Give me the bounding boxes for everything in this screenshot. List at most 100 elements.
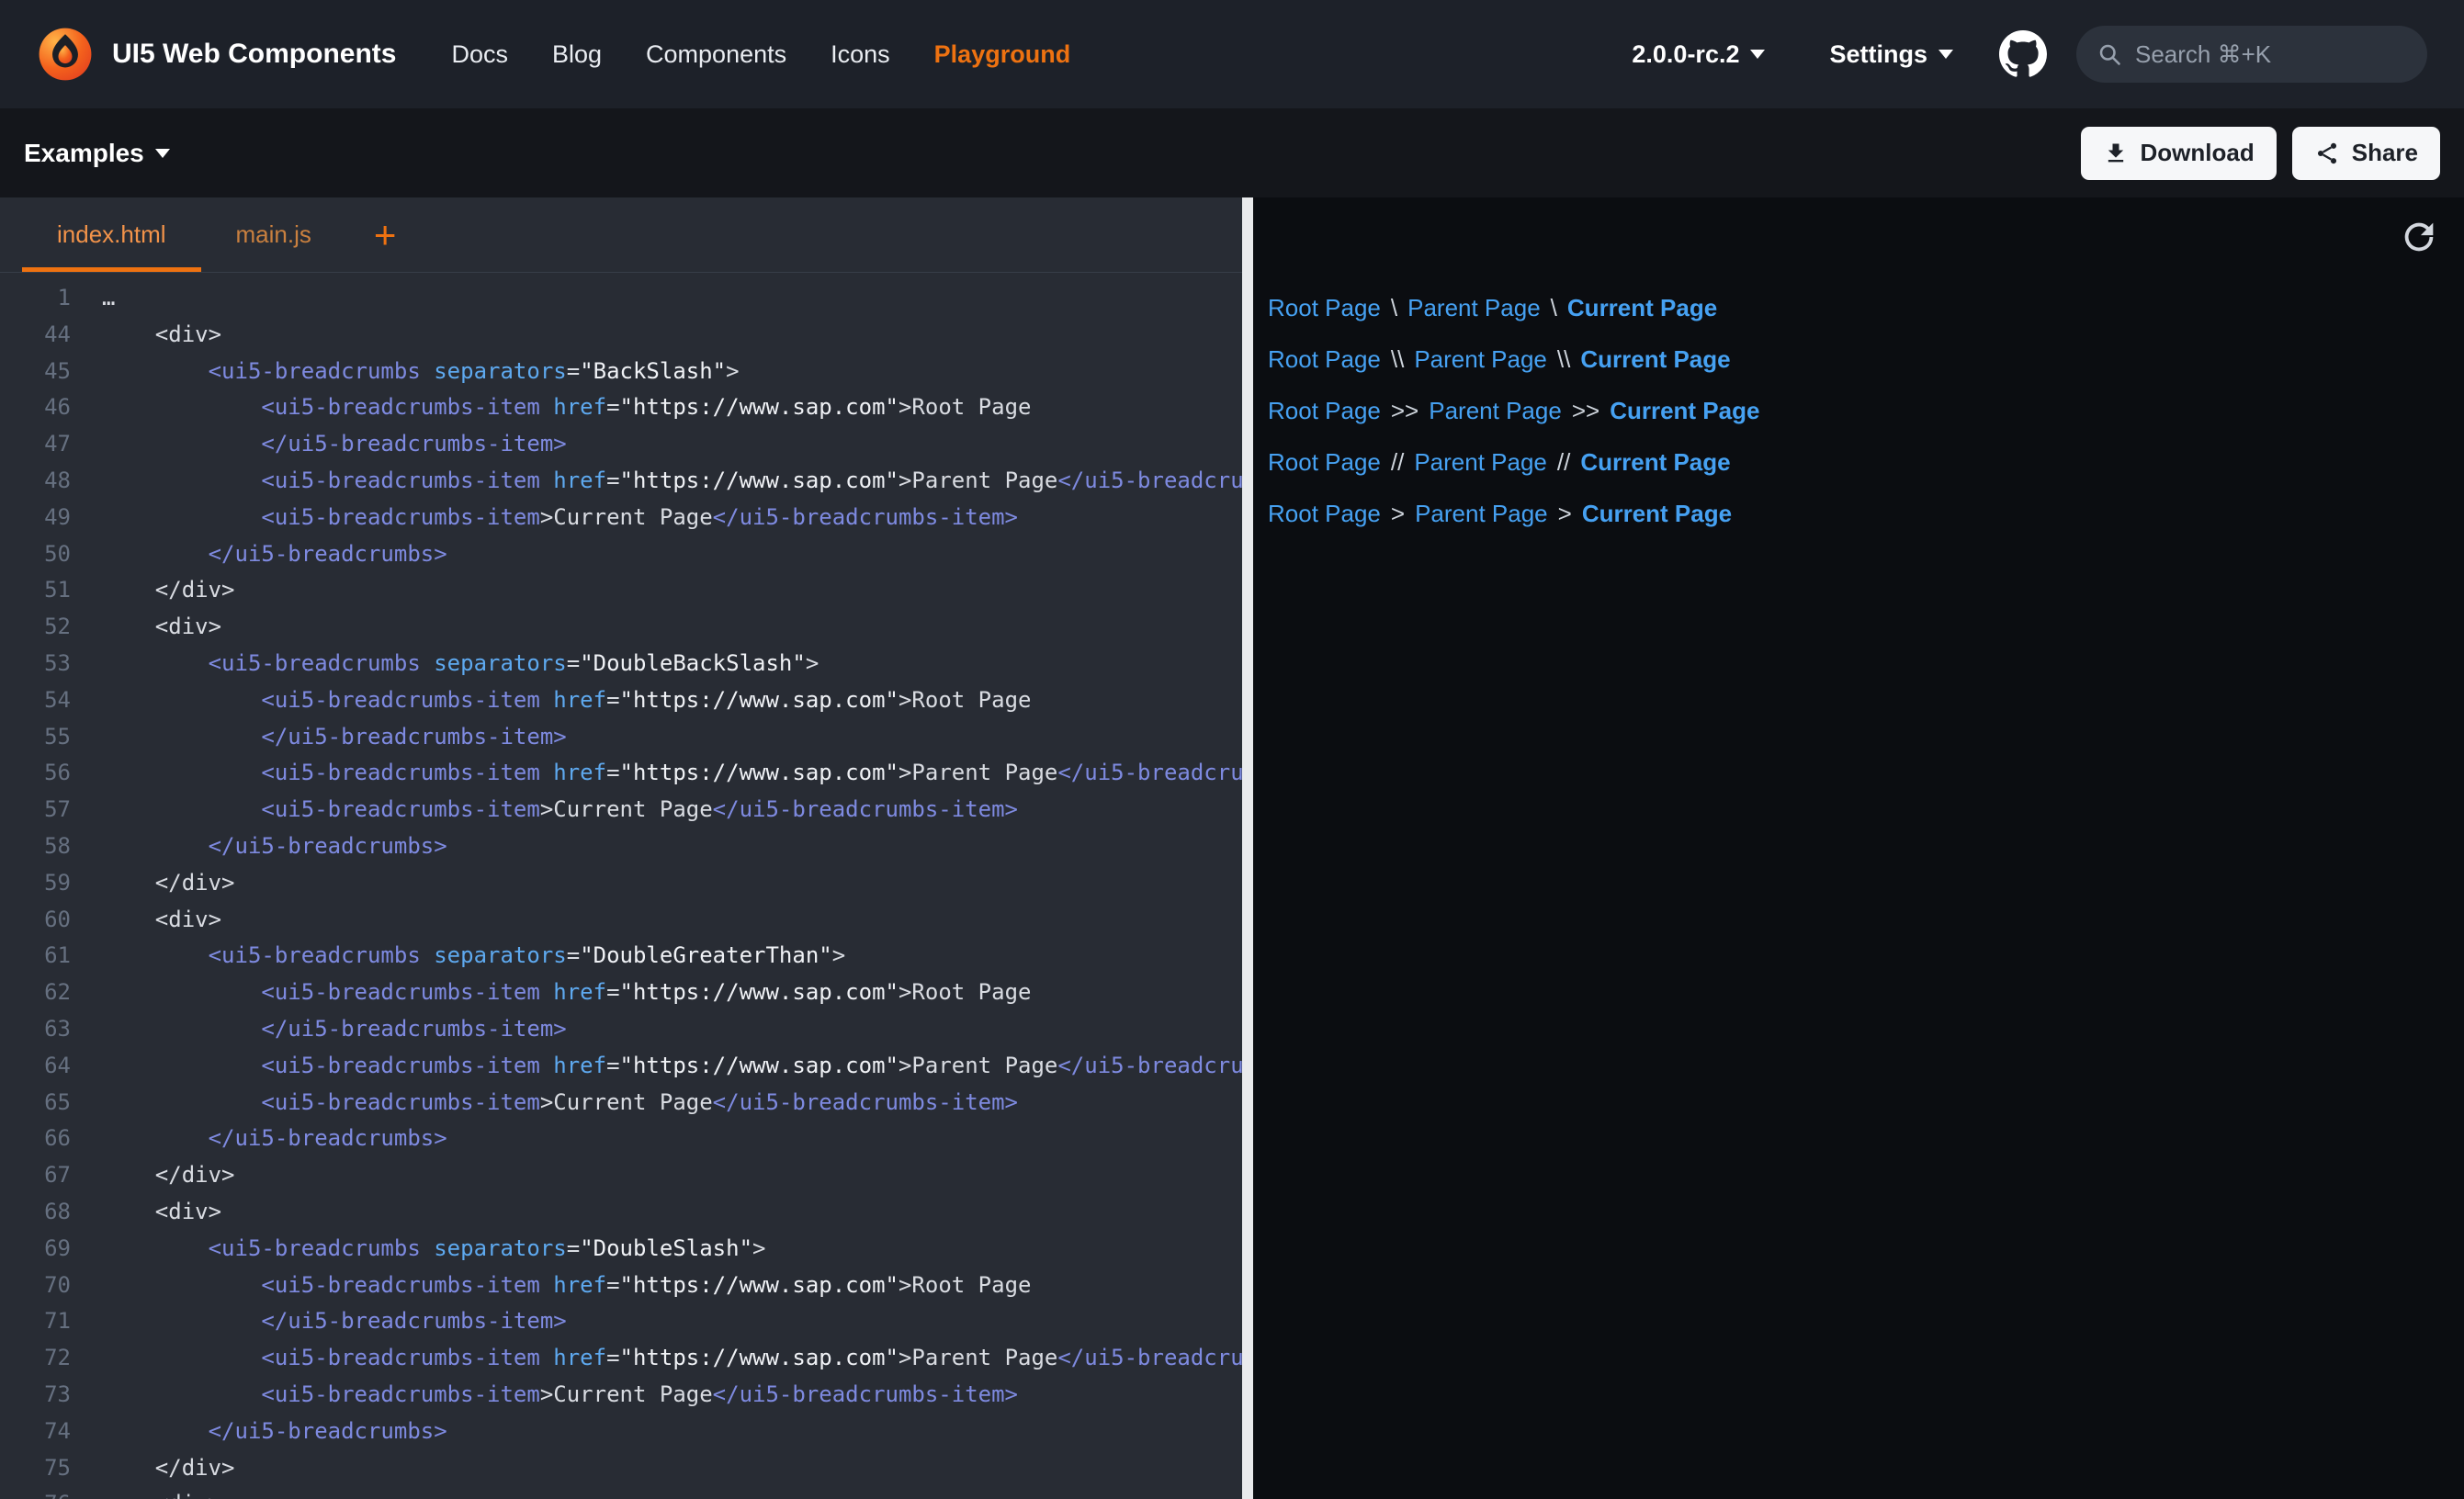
code-line: 67 </div> [0, 1157, 1242, 1194]
code-line: 55 </ui5-breadcrumbs-item> [0, 719, 1242, 756]
code-line: 53 <ui5-breadcrumbs separators="DoubleBa… [0, 646, 1242, 682]
code-line: 61 <ui5-breadcrumbs separators="DoubleGr… [0, 938, 1242, 975]
breadcrumbs-row: Root Page>>Parent Page>>Current Page [1268, 385, 2464, 436]
nav-item-blog[interactable]: Blog [552, 40, 602, 69]
line-content: </div> [102, 865, 235, 902]
line-number: 64 [0, 1048, 71, 1085]
navbar-left: UI5 Web Components Docs Blog Components Ico… [37, 26, 1070, 83]
breadcrumb-link[interactable]: Root Page [1268, 397, 1381, 424]
code-line: 64 <ui5-breadcrumbs-item href="https://w… [0, 1048, 1242, 1085]
line-number: 54 [0, 682, 71, 719]
version-dropdown[interactable]: 2.0.0-rc.2 [1632, 40, 1765, 69]
breadcrumb-link[interactable]: Parent Page [1407, 294, 1541, 321]
panel-splitter[interactable] [1242, 197, 1253, 1499]
code-area[interactable]: 1…44 <div>45 <ui5-breadcrumbs separators… [0, 273, 1242, 1499]
code-line: 44 <div> [0, 317, 1242, 354]
examples-label: Examples [24, 139, 144, 168]
line-content: <div> [102, 1486, 221, 1499]
line-content: <ui5-breadcrumbs separators="BackSlash"> [102, 354, 740, 390]
line-number: 1 [0, 280, 71, 317]
tab-main.js[interactable]: main.js [201, 197, 346, 272]
settings-dropdown[interactable]: Settings [1829, 40, 1953, 69]
search-input[interactable] [2135, 40, 2407, 69]
breadcrumb-link[interactable]: Parent Page [1414, 448, 1547, 476]
breadcrumb-current: Current Page [1610, 397, 1759, 424]
line-content: <div> [102, 1194, 221, 1231]
code-line: 60 <div> [0, 902, 1242, 939]
breadcrumb-link[interactable]: Root Page [1268, 294, 1381, 321]
examples-toolbar: Examples Download Share [0, 108, 2464, 197]
line-content: <ui5-breadcrumbs-item>Current Page</ui5-… [102, 1377, 1018, 1414]
ui5-logo-icon[interactable] [37, 26, 94, 83]
search-icon [2097, 41, 2122, 67]
line-number: 45 [0, 354, 71, 390]
code-line: 73 <ui5-breadcrumbs-item>Current Page</u… [0, 1377, 1242, 1414]
code-line: 65 <ui5-breadcrumbs-item>Current Page</u… [0, 1085, 1242, 1121]
nav-item-components[interactable]: Components [646, 40, 786, 69]
code-line: 46 <ui5-breadcrumbs-item href="https://w… [0, 389, 1242, 426]
line-content: <ui5-breadcrumbs-item>Current Page</ui5-… [102, 1085, 1018, 1121]
navbar-right: 2.0.0-rc.2 Settings [1632, 26, 2427, 83]
settings-label: Settings [1829, 40, 1927, 69]
brand-title[interactable]: UI5 Web Components [112, 39, 396, 70]
line-number: 44 [0, 317, 71, 354]
code-line: 66 </ui5-breadcrumbs> [0, 1121, 1242, 1157]
line-number: 49 [0, 500, 71, 536]
toolbar-actions: Download Share [2081, 127, 2440, 180]
nav-item-icons[interactable]: Icons [831, 40, 890, 69]
chevron-down-icon [155, 149, 170, 158]
code-line: 68 <div> [0, 1194, 1242, 1231]
code-line: 74 </ui5-breadcrumbs> [0, 1414, 1242, 1450]
line-content: </ui5-breadcrumbs-item> [102, 1303, 567, 1340]
breadcrumb-link[interactable]: Root Page [1268, 500, 1381, 527]
code-line: 52 <div> [0, 609, 1242, 646]
line-number: 75 [0, 1450, 71, 1487]
code-line: 54 <ui5-breadcrumbs-item href="https://w… [0, 682, 1242, 719]
playground-page: UI5 Web Components Docs Blog Components Ico… [0, 0, 2464, 1499]
breadcrumb-link[interactable]: Root Page [1268, 448, 1381, 476]
code-line: 59 </div> [0, 865, 1242, 902]
code-line: 49 <ui5-breadcrumbs-item>Current Page</u… [0, 500, 1242, 536]
line-number: 66 [0, 1121, 71, 1157]
nav-item-playground[interactable]: Playground [934, 40, 1071, 69]
line-number: 72 [0, 1340, 71, 1377]
tab-index.html[interactable]: index.html [22, 197, 201, 272]
line-content: </ui5-breadcrumbs-item> [102, 426, 567, 463]
share-button[interactable]: Share [2292, 127, 2440, 180]
editor-tabbar: index.htmlmain.js + [0, 197, 1242, 273]
breadcrumb-link[interactable]: Parent Page [1429, 397, 1562, 424]
add-file-button[interactable]: + [374, 216, 397, 254]
github-icon[interactable] [1999, 30, 2047, 78]
breadcrumb-link[interactable]: Parent Page [1414, 345, 1547, 373]
code-line: 47 </ui5-breadcrumbs-item> [0, 426, 1242, 463]
line-content: <ui5-breadcrumbs-item href="https://www.… [102, 1268, 1031, 1304]
line-number: 56 [0, 755, 71, 792]
line-content: </ui5-breadcrumbs> [102, 536, 447, 573]
examples-dropdown[interactable]: Examples [24, 139, 170, 168]
breadcrumbs-preview: Root Page\Parent Page\Current PageRoot P… [1253, 197, 2464, 539]
line-number: 65 [0, 1085, 71, 1121]
download-button[interactable]: Download [2081, 127, 2277, 180]
line-content: <ui5-breadcrumbs-item href="https://www.… [102, 755, 1242, 792]
line-content: <ui5-breadcrumbs-item href="https://www.… [102, 463, 1242, 500]
nav-item-docs[interactable]: Docs [451, 40, 508, 69]
line-content: </ui5-breadcrumbs-item> [102, 1011, 567, 1048]
line-content: </ui5-breadcrumbs> [102, 1121, 447, 1157]
line-number: 46 [0, 389, 71, 426]
breadcrumb-link[interactable]: Root Page [1268, 345, 1381, 373]
line-content: <ui5-breadcrumbs-item>Current Page</ui5-… [102, 792, 1018, 828]
breadcrumb-link[interactable]: Parent Page [1415, 500, 1548, 527]
line-content: <div> [102, 609, 221, 646]
share-label: Share [2352, 139, 2418, 167]
refresh-icon[interactable] [2398, 216, 2440, 258]
main-nav: Docs Blog Components Icons Playground [451, 40, 1070, 69]
line-content: <ui5-breadcrumbs-item>Current Page</ui5-… [102, 500, 1018, 536]
breadcrumb-current: Current Page [1567, 294, 1717, 321]
code-line: 50 </ui5-breadcrumbs> [0, 536, 1242, 573]
code-line: 70 <ui5-breadcrumbs-item href="https://w… [0, 1268, 1242, 1304]
code-line: 72 <ui5-breadcrumbs-item href="https://w… [0, 1340, 1242, 1377]
line-number: 58 [0, 828, 71, 865]
share-icon [2314, 141, 2340, 166]
breadcrumb-current: Current Page [1582, 500, 1732, 527]
chevron-down-icon [1938, 50, 1953, 59]
